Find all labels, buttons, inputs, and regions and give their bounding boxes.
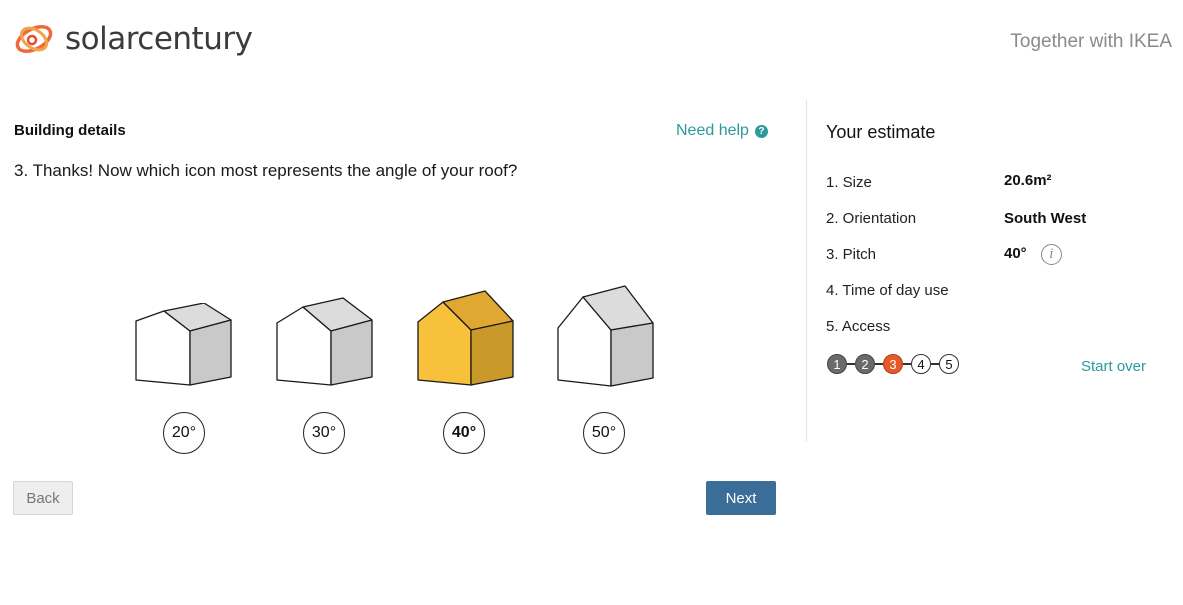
estimate-label-time-of-day: 4. Time of day use xyxy=(826,282,949,299)
house-20-degree-icon[interactable] xyxy=(134,303,234,389)
step-2-indicator[interactable]: 2 xyxy=(855,354,875,374)
estimate-label-access: 5. Access xyxy=(826,318,891,335)
angle-option-30[interactable]: 30° xyxy=(303,412,345,454)
vertical-divider xyxy=(806,100,807,442)
question-text: 3. Thanks! Now which icon most represent… xyxy=(14,161,518,180)
step-connector xyxy=(931,363,939,365)
next-button[interactable]: Next xyxy=(706,481,776,515)
step-connector xyxy=(875,363,883,365)
need-help-link[interactable]: Need help ? xyxy=(676,122,768,140)
estimate-label-orientation: 2. Orientation xyxy=(826,210,917,227)
step-connector xyxy=(847,363,855,365)
angle-option-20[interactable]: 20° xyxy=(163,412,205,454)
start-over-link[interactable]: Start over xyxy=(1081,358,1146,375)
house-30-degree-icon[interactable] xyxy=(275,297,375,389)
house-50-degree-icon[interactable] xyxy=(556,285,656,389)
estimate-label-size: 1. Size xyxy=(826,174,872,191)
section-title: Building details xyxy=(14,122,126,139)
need-help-label: Need help xyxy=(676,122,749,139)
estimate-label-pitch: 3. Pitch xyxy=(826,246,877,263)
partner-text: Together with IKEA xyxy=(1010,31,1172,52)
step-progress: 1 2 3 4 5 xyxy=(827,354,959,374)
step-connector xyxy=(903,363,911,365)
back-button[interactable]: Back xyxy=(13,481,73,515)
estimate-title: Your estimate xyxy=(826,122,936,142)
step-3-indicator[interactable]: 3 xyxy=(883,354,903,374)
estimate-value-pitch: 40° xyxy=(1004,245,1027,262)
house-40-degree-icon-selected[interactable] xyxy=(416,290,516,389)
step-5-indicator[interactable]: 5 xyxy=(939,354,959,374)
angle-option-40[interactable]: 40° xyxy=(443,412,485,454)
logo-text: solarcentury xyxy=(65,20,253,57)
step-1-indicator[interactable]: 1 xyxy=(827,354,847,374)
info-icon[interactable]: i xyxy=(1041,244,1062,265)
step-4-indicator[interactable]: 4 xyxy=(911,354,931,374)
angle-option-50[interactable]: 50° xyxy=(583,412,625,454)
estimate-value-size: 20.6m² xyxy=(1004,172,1052,189)
help-circle-icon: ? xyxy=(754,124,768,138)
estimate-value-orientation: South West xyxy=(1004,210,1087,227)
solarcentury-logo[interactable]: solarcentury xyxy=(12,20,253,58)
logo-swirl-icon xyxy=(15,25,53,53)
